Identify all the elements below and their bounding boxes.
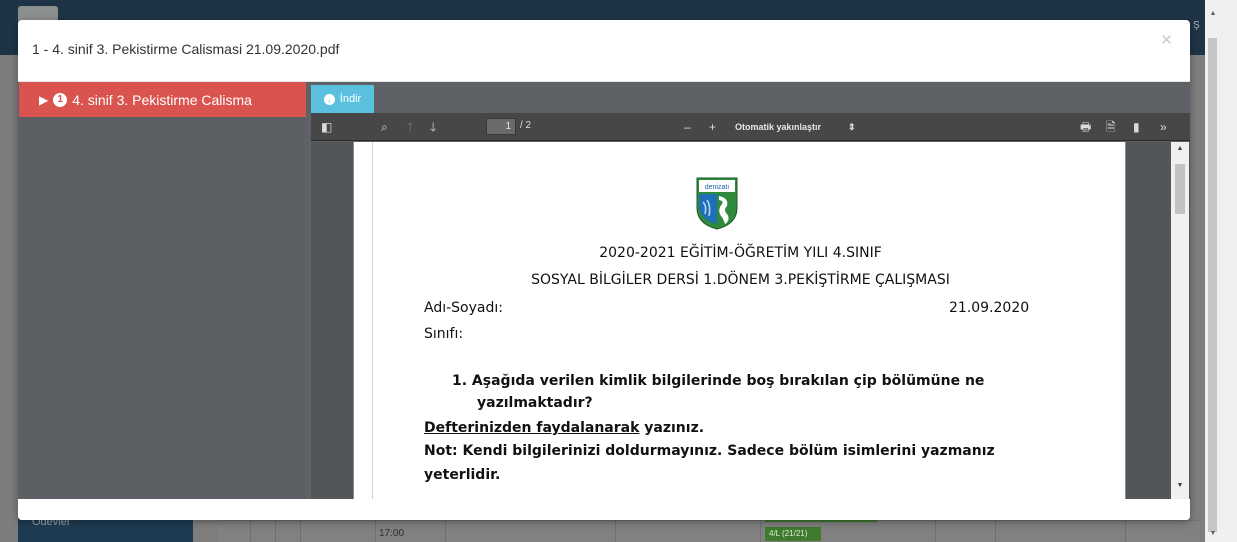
bookmark-icon[interactable]: ▮ bbox=[1133, 119, 1140, 135]
modal-title: 1 - 4. sinif 3. Pekistirme Calismasi 21.… bbox=[32, 41, 340, 57]
hint-text: Defterinizden faydalanarak yazınız. bbox=[424, 420, 704, 436]
page-number-input[interactable]: 1 bbox=[486, 118, 516, 135]
background-cell-divider bbox=[1125, 520, 1126, 542]
background-table-row bbox=[218, 520, 1200, 542]
modal-footer bbox=[18, 499, 1190, 520]
page-scrollbar-thumb[interactable] bbox=[1208, 38, 1217, 532]
pdf-viewer: ↓ İndir ◧ ⌕ 🡑 🡓 1 / 2 – + Otomatik yakın… bbox=[311, 82, 1190, 499]
save-icon[interactable]: 🗎 bbox=[1106, 119, 1116, 135]
background-cell-divider bbox=[615, 520, 616, 542]
page-scroll-down-icon[interactable]: ▼ bbox=[1207, 530, 1219, 537]
page-total: / 2 bbox=[520, 120, 532, 131]
zoom-select[interactable]: Otomatik yakınlaştır ⇕ bbox=[730, 118, 856, 136]
hint-rest: yazınız. bbox=[639, 420, 705, 436]
document-date: 21.09.2020 bbox=[949, 300, 1030, 316]
search-icon[interactable]: ⌕ bbox=[381, 119, 388, 135]
download-button[interactable]: ↓ İndir bbox=[311, 85, 374, 113]
file-list-item-label: 4. sinif 3. Pekistirme Calisma bbox=[72, 91, 252, 108]
hint-underlined: Defterinizden faydalanarak bbox=[424, 420, 640, 436]
name-label: Adı-Soyadı: bbox=[424, 300, 503, 316]
file-list-item[interactable]: ▶ 1 4. sinif 3. Pekistirme Calisma bbox=[19, 82, 306, 117]
print-icon[interactable]: 🖶 bbox=[1080, 119, 1091, 135]
pdf-scroll-up-icon[interactable]: ▲ bbox=[1171, 145, 1189, 152]
pdf-scrollbar[interactable]: ▲ ▼ bbox=[1171, 142, 1189, 499]
document-title-line1: 2020-2021 EĞİTİM-ÖĞRETİM YILI 4.SINIF bbox=[599, 245, 882, 261]
zoom-in-button[interactable]: + bbox=[709, 119, 716, 135]
sidebar-toggle-icon[interactable]: ◧ bbox=[321, 119, 332, 135]
background-topbar-text: Ş bbox=[1193, 20, 1200, 31]
class-label: Sınıfı: bbox=[424, 326, 464, 342]
pdf-content-area[interactable]: denizatı 2020-2021 EĞİTİM-ÖĞRETİM YILI 4… bbox=[311, 142, 1190, 499]
background-cell-divider bbox=[760, 520, 761, 542]
close-icon[interactable]: × bbox=[1161, 30, 1172, 52]
tools-icon[interactable]: » bbox=[1160, 119, 1167, 135]
next-page-icon[interactable]: 🡓 bbox=[430, 119, 436, 135]
page-margin-line bbox=[372, 142, 373, 499]
background-badge: 4/L (21/21) bbox=[765, 527, 821, 541]
download-label: İndir bbox=[339, 93, 362, 105]
pdf-scroll-down-icon[interactable]: ▼ bbox=[1171, 482, 1189, 489]
question-1-line1: 1. Aşağıda verilen kimlik bilgilerinde b… bbox=[452, 373, 985, 389]
note-line1: Not: Kendi bilgilerinizi doldurmayınız. … bbox=[424, 443, 995, 459]
background-cell-divider bbox=[935, 520, 936, 542]
modal-header: 1 - 4. sinif 3. Pekistirme Calismasi 21.… bbox=[18, 20, 1190, 82]
pdf-page: denizatı 2020-2021 EĞİTİM-ÖĞRETİM YILI 4… bbox=[353, 142, 1126, 499]
background-cell-divider bbox=[300, 520, 301, 542]
page-scroll-up-icon[interactable]: ▲ bbox=[1207, 10, 1219, 17]
background-cell-divider bbox=[445, 520, 446, 542]
background-cell-divider bbox=[995, 520, 996, 542]
file-list: ▶ 1 4. sinif 3. Pekistirme Calisma bbox=[18, 82, 306, 499]
background-cell-divider bbox=[375, 520, 376, 542]
background-cell-divider bbox=[275, 520, 276, 542]
file-number-badge: 1 bbox=[53, 92, 68, 107]
zoom-out-button[interactable]: – bbox=[684, 119, 691, 135]
school-logo-text: denizatı bbox=[705, 184, 730, 191]
pdf-scrollbar-thumb[interactable] bbox=[1175, 164, 1185, 214]
pdf-modal: 1 - 4. sinif 3. Pekistirme Calismasi 21.… bbox=[18, 20, 1190, 520]
updown-icon: ⇕ bbox=[848, 122, 856, 132]
zoom-select-label: Otomatik yakınlaştır bbox=[735, 122, 822, 132]
question-1-line2: yazılmaktadır? bbox=[477, 395, 593, 411]
download-icon: ↓ bbox=[323, 93, 335, 105]
play-icon: ▶ bbox=[39, 92, 49, 107]
document-title-line2: SOSYAL BİLGİLER DERSİ 1.DÖNEM 3.PEKİŞTİR… bbox=[531, 272, 950, 288]
pdf-toolbar: ◧ ⌕ 🡑 🡓 1 / 2 – + Otomatik yakınlaştır ⇕… bbox=[311, 113, 1190, 141]
background-cell-divider bbox=[250, 520, 251, 542]
school-logo-icon: denizatı bbox=[696, 177, 738, 230]
previous-page-icon[interactable]: 🡑 bbox=[407, 119, 413, 135]
note-line2: yeterlidir. bbox=[424, 467, 501, 483]
modal-body: ▶ 1 4. sinif 3. Pekistirme Calisma ↓ İnd… bbox=[18, 82, 1190, 499]
background-time-label: 17:00 bbox=[379, 528, 405, 539]
